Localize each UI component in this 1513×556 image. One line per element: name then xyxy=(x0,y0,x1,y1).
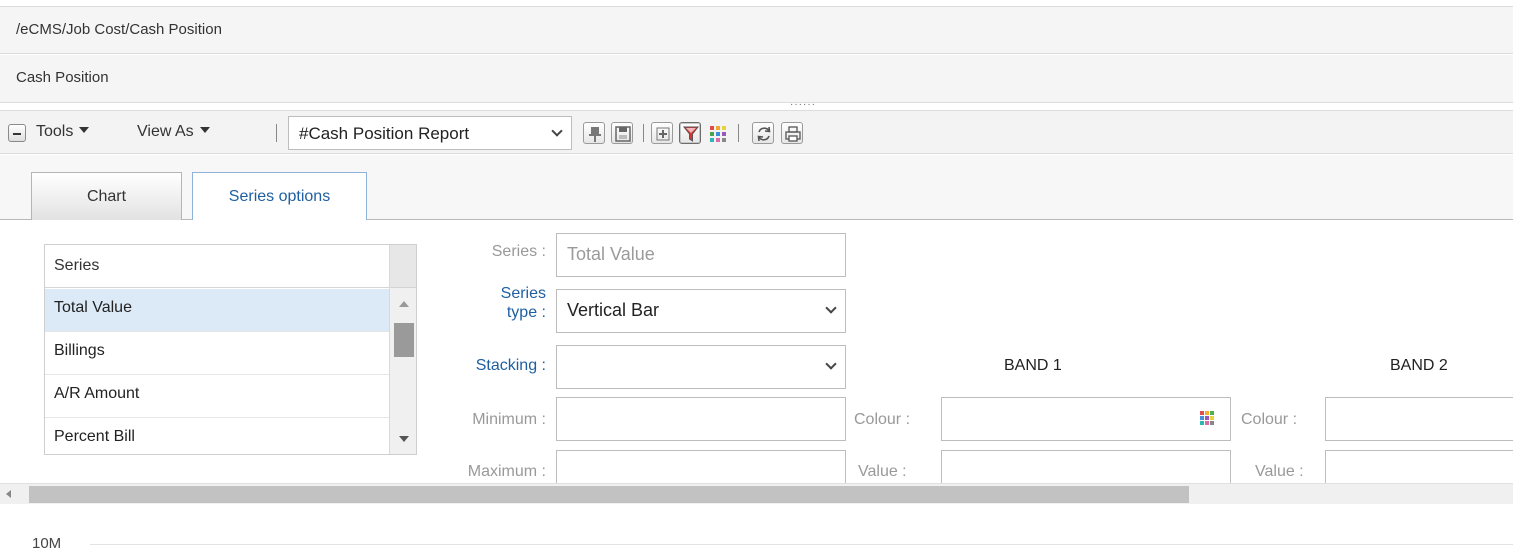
band-2-title: BAND 2 xyxy=(1390,357,1448,374)
horizontal-scrollbar-thumb[interactable] xyxy=(29,486,1189,503)
tools-menu-label: Tools xyxy=(36,123,74,140)
band-2-value-label: Value : xyxy=(1255,463,1304,480)
series-list-item[interactable]: Billings xyxy=(45,332,389,375)
pin-icon xyxy=(589,127,601,142)
chevron-down-icon xyxy=(825,302,837,314)
palette-icon[interactable] xyxy=(1200,411,1214,429)
refresh-button[interactable] xyxy=(752,122,774,144)
scrollbar-thumb[interactable] xyxy=(394,323,414,357)
series-type-value: Vertical Bar xyxy=(567,300,660,320)
pin-button[interactable] xyxy=(583,122,605,144)
series-type-label: Series type : xyxy=(436,284,546,322)
scroll-down-icon[interactable] xyxy=(399,436,409,442)
toolbar-divider xyxy=(276,124,277,142)
scroll-left-icon[interactable] xyxy=(6,490,11,498)
view-as-menu[interactable]: View As xyxy=(137,123,210,141)
caret-down-icon xyxy=(79,127,90,133)
tab-chart[interactable]: Chart xyxy=(31,172,182,220)
add-button[interactable] xyxy=(651,122,673,144)
tools-menu[interactable]: Tools xyxy=(36,123,90,141)
scrollbar-header-cap xyxy=(390,245,416,288)
series-list-header: Series xyxy=(45,245,389,288)
maximum-field[interactable] xyxy=(556,450,846,483)
band-2-colour-field[interactable] xyxy=(1325,397,1513,441)
chart-axis-tick-label: 10M xyxy=(32,535,62,552)
minimum-label: Minimum : xyxy=(472,411,546,428)
page-title: Cash Position xyxy=(16,69,109,86)
color-grid-icon[interactable] xyxy=(710,126,726,146)
collapse-button[interactable] xyxy=(8,124,26,142)
chart-gridline xyxy=(90,544,1513,545)
series-list-item[interactable]: A/R Amount xyxy=(45,375,389,418)
stacking-label: Stacking : xyxy=(475,357,546,374)
save-button[interactable] xyxy=(611,122,633,144)
view-as-menu-label: View As xyxy=(137,123,194,140)
toolbar-divider xyxy=(738,124,739,142)
series-list-item[interactable]: Total Value xyxy=(45,289,389,332)
series-list-item[interactable]: Percent Bill xyxy=(45,418,389,454)
series-type-label-line2: type : xyxy=(506,304,546,321)
tab-strip: Chart Series options xyxy=(0,155,1513,221)
toolbar: Tools View As #Cash Position Report xyxy=(0,110,1513,154)
series-type-label-line1: Series xyxy=(500,285,546,302)
band-1-value-label: Value : xyxy=(858,463,907,480)
band-2-value-field[interactable] xyxy=(1325,450,1513,483)
series-name-value: Total Value xyxy=(567,244,655,264)
title-bar: Cash Position xyxy=(0,55,1513,103)
print-icon xyxy=(785,126,801,142)
chevron-down-icon xyxy=(551,125,563,137)
series-options-panel: Series Total Value Billings A/R Amount P… xyxy=(0,220,1513,483)
resize-grip-icon[interactable]: ······ xyxy=(790,100,816,110)
report-select-value: #Cash Position Report xyxy=(299,124,470,143)
scroll-up-icon[interactable] xyxy=(399,301,409,307)
band-1-colour-field[interactable] xyxy=(941,397,1231,441)
report-select[interactable]: #Cash Position Report xyxy=(288,116,572,150)
filter-icon xyxy=(682,126,700,142)
band-1-colour-label: Colour : xyxy=(854,411,911,428)
plus-icon xyxy=(656,127,670,141)
band-2-colour-label: Colour : xyxy=(1241,411,1298,428)
series-label: Series : xyxy=(491,243,546,260)
chevron-down-icon xyxy=(825,358,837,370)
filter-button[interactable] xyxy=(679,122,701,144)
caret-down-icon xyxy=(199,127,210,133)
refresh-icon xyxy=(757,126,771,142)
print-button[interactable] xyxy=(781,122,803,144)
toolbar-divider xyxy=(643,124,644,142)
save-icon xyxy=(615,126,631,142)
horizontal-scrollbar[interactable] xyxy=(0,483,1513,504)
minimum-field[interactable] xyxy=(556,397,846,441)
tab-series-options[interactable]: Series options xyxy=(192,172,367,221)
stacking-select[interactable] xyxy=(556,345,846,389)
band-1-title: BAND 1 xyxy=(1004,357,1062,374)
breadcrumb-bar: /eCMS/Job Cost/Cash Position xyxy=(0,6,1513,54)
series-list[interactable]: Series Total Value Billings A/R Amount P… xyxy=(44,244,417,455)
series-type-select[interactable]: Vertical Bar xyxy=(556,289,846,333)
series-name-field[interactable]: Total Value xyxy=(556,233,846,277)
band-1-value-field[interactable] xyxy=(941,450,1231,483)
breadcrumb: /eCMS/Job Cost/Cash Position xyxy=(16,21,222,38)
series-list-scrollbar[interactable] xyxy=(389,245,416,454)
maximum-label: Maximum : xyxy=(467,463,546,480)
